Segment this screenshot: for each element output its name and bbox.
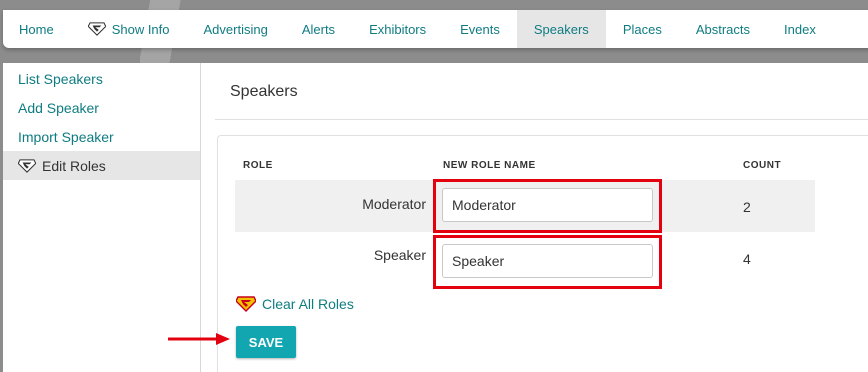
nav-item-advertising[interactable]: Advertising	[187, 10, 285, 48]
sidebar-item-label: Import Speaker	[18, 128, 114, 145]
new-role-name-input[interactable]	[442, 244, 653, 278]
nav-item-label: Home	[19, 21, 54, 37]
nav-item-abstracts[interactable]: Abstracts	[679, 10, 767, 48]
sidebar-item-import-speaker[interactable]: Import Speaker	[3, 122, 200, 151]
nav-item-alerts[interactable]: Alerts	[285, 10, 352, 48]
nav-item-index[interactable]: Index	[767, 10, 833, 48]
new-role-name-input[interactable]	[442, 188, 653, 222]
main-panel: Speakers ROLE NEW ROLE NAME COUNT Modera…	[201, 63, 868, 372]
nav-item-places[interactable]: Places	[606, 10, 679, 48]
sidebar-item-label: Add Speaker	[18, 99, 99, 116]
roles-card: ROLE NEW ROLE NAME COUNT Moderator 2 Spe…	[217, 135, 868, 372]
sidebar-item-edit-roles[interactable]: Edit Roles	[3, 151, 200, 180]
nav-item-speakers[interactable]: Speakers	[516, 10, 606, 48]
nav-item-label: Alerts	[301, 21, 336, 37]
clear-all-roles-link[interactable]: Clear All Roles	[236, 296, 354, 312]
superman-shield-icon	[87, 22, 106, 36]
nav-item-show-info[interactable]: Show Info	[71, 10, 187, 48]
column-header-count: COUNT	[743, 160, 782, 171]
nav-item-exhibitors[interactable]: Exhibitors	[352, 10, 443, 48]
nav-item-label: Places	[622, 21, 662, 37]
role-name: Speaker	[373, 247, 426, 263]
highlight-box	[433, 179, 662, 233]
nav-item-label: Exhibitors	[369, 21, 427, 37]
sidebar: List Speakers Add Speaker Import Speaker…	[3, 63, 201, 372]
page-title: Speakers	[230, 83, 298, 100]
nav-item-label: Events	[460, 21, 500, 37]
role-count: 2	[743, 199, 751, 215]
role-name: Moderator	[362, 196, 426, 212]
superman-shield-icon	[18, 158, 36, 173]
nav-item-label: Index	[784, 21, 816, 37]
nav-item-label: Show Info	[111, 21, 170, 37]
nav-item-events[interactable]: Events	[443, 10, 517, 48]
clear-all-roles-label: Clear All Roles	[262, 296, 354, 312]
nav-item-label: Abstracts	[695, 21, 751, 37]
title-divider	[215, 119, 868, 120]
role-count: 4	[743, 251, 751, 267]
top-nav: Home Show Info Advertising Alerts Exhibi…	[3, 10, 868, 48]
sidebar-item-label: List Speakers	[18, 70, 103, 87]
column-header-role: ROLE	[243, 160, 273, 171]
arrow-right-icon	[168, 333, 230, 345]
nav-item-label: Speakers	[533, 21, 589, 37]
table-row: Speaker 4	[235, 232, 815, 289]
nav-item-home[interactable]: Home	[3, 10, 71, 48]
save-button[interactable]: SAVE	[236, 326, 296, 358]
highlight-box	[433, 235, 662, 289]
table-row: Moderator 2	[235, 179, 815, 233]
sidebar-item-add-speaker[interactable]: Add Speaker	[3, 93, 200, 122]
sidebar-item-label: Edit Roles	[42, 157, 106, 174]
sidebar-item-list-speakers[interactable]: List Speakers	[3, 64, 200, 93]
column-header-new-role-name: NEW ROLE NAME	[443, 160, 536, 171]
nav-item-label: Advertising	[203, 21, 268, 37]
superman-shield-icon	[236, 296, 256, 312]
